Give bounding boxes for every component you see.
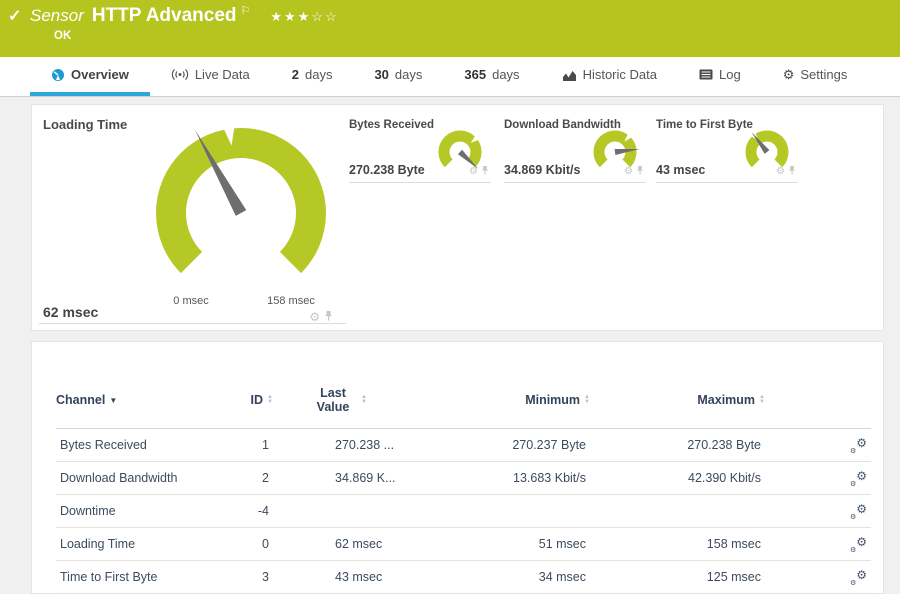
gauge-current-value: 270.238 Byte — [349, 163, 425, 177]
table-row-download-bandwidth[interactable]: Download Bandwidth 2 34.869 K... 13.683 … — [56, 462, 871, 495]
pin-icon[interactable] — [636, 162, 644, 180]
gauges-panel: Loading Time x̄ 0 msec 158 msec 62 msec … — [31, 104, 884, 331]
channel-name: Downtime — [60, 504, 116, 518]
tab-number: 365 — [464, 67, 487, 82]
divider — [39, 323, 346, 324]
tab-historic-data[interactable]: Historic Data — [541, 57, 678, 96]
gauge-title: Loading Time — [43, 117, 128, 132]
minimum-value: 13.683 Kbit/s — [513, 471, 586, 485]
tab-log[interactable]: Log — [678, 57, 762, 96]
tab-number: 30 — [374, 67, 389, 82]
channel-name: Download Bandwidth — [60, 471, 178, 485]
minimum-value: 51 msec — [538, 537, 586, 551]
tab-2-days[interactable]: 2 days — [271, 57, 354, 96]
column-header-id[interactable]: ID ▲ ▼ — [241, 393, 273, 407]
channel-settings-gears-icon[interactable]: ⚙ ⚙ — [850, 469, 867, 488]
channel-id: 2 — [262, 471, 269, 485]
table-row-downtime[interactable]: Downtime -4 ⚙ ⚙ — [56, 495, 871, 528]
pin-icon[interactable] — [481, 162, 489, 180]
tab-label: Historic Data — [582, 67, 657, 82]
log-list-icon — [699, 69, 713, 80]
table-row-time-to-first-byte[interactable]: Time to First Byte 3 43 msec 34 msec 125… — [56, 561, 871, 594]
tab-label: days — [304, 67, 333, 82]
pin-icon[interactable] — [788, 162, 796, 180]
chart-icon — [562, 69, 577, 81]
tab-live-data[interactable]: Live Data — [150, 57, 271, 96]
sensor-header: ✓ Sensor HTTP Advanced ⚐ ★★★☆☆ OK — [0, 0, 900, 57]
gauge-current-value: 62 msec — [43, 304, 99, 320]
channel-name: Loading Time — [60, 537, 136, 551]
mini-gauge-card-download-bandwidth[interactable]: Download Bandwidth 34.869 Kbit/s ⚙ — [504, 113, 646, 183]
gauge-current-value: 34.869 Kbit/s — [504, 163, 581, 177]
maximum-value: 42.390 Kbit/s — [688, 471, 761, 485]
page-title: HTTP Advanced — [91, 5, 237, 26]
channel-settings-gears-icon[interactable]: ⚙ ⚙ — [850, 436, 867, 455]
gauge-current-value: 43 msec — [656, 163, 706, 177]
column-header-last-value[interactable]: Last Value ▲ ▼ — [273, 386, 403, 414]
minimum-value: 270.237 Byte — [512, 438, 586, 452]
tab-label: Log — [718, 67, 741, 82]
sort-icon: ▲ ▼ — [361, 394, 367, 405]
object-kind-label: Sensor — [30, 6, 84, 25]
channel-settings-gears-icon[interactable]: ⚙ ⚙ — [850, 568, 867, 587]
sort-icon: ▲ ▼ — [759, 394, 765, 405]
priority-stars[interactable]: ★★★☆☆ — [270, 9, 338, 25]
mini-gauge-card-bytes-received[interactable]: Bytes Received 270.238 Byte ⚙ — [349, 113, 491, 183]
live-signal-icon — [171, 68, 189, 81]
tab-bar: Overview Live Data 2 days 30 days 365 da… — [0, 57, 900, 97]
channel-settings-gears-icon[interactable]: ⚙ ⚙ — [850, 502, 867, 521]
channel-id: 0 — [262, 537, 269, 551]
last-value: 43 msec — [335, 570, 383, 584]
minimum-value: 34 msec — [538, 570, 586, 584]
gauge-title: Bytes Received — [349, 119, 435, 131]
sort-desc-icon: ▼ — [109, 395, 118, 405]
tab-label: days — [492, 67, 520, 82]
maximum-value: 270.238 Byte — [687, 438, 761, 452]
loading-time-gauge: x̄ — [156, 113, 326, 274]
channel-id: -4 — [257, 504, 269, 518]
maximum-value: 125 msec — [706, 570, 761, 584]
tab-label: Live Data — [194, 67, 250, 82]
gear-icon: ⚙ — [782, 66, 795, 82]
tab-overview[interactable]: Overview — [30, 57, 150, 96]
gauge-min-label: 0 msec — [173, 295, 209, 307]
channel-name: Time to First Byte — [60, 570, 158, 584]
gauge-icon — [51, 68, 65, 82]
tab-label: Overview — [71, 67, 129, 82]
tab-number: 2 — [291, 67, 299, 82]
gauge-settings-gear-icon[interactable]: ⚙ — [309, 310, 320, 324]
gauge-max-label: 158 msec — [267, 295, 315, 307]
last-value: 270.238 ... — [335, 438, 395, 452]
table-row-loading-time[interactable]: Loading Time 0 62 msec 51 msec 158 msec … — [56, 528, 871, 561]
main-gauge-card-loading-time: Loading Time x̄ 0 msec 158 msec 62 msec … — [32, 105, 347, 332]
tab-30-days[interactable]: 30 days — [353, 57, 443, 96]
column-header-maximum[interactable]: Maximum ▲ ▼ — [590, 393, 765, 407]
tab-365-days[interactable]: 365 days — [443, 57, 540, 96]
mini-gauge-card-time-to-first-byte[interactable]: Time to First Byte 43 msec ⚙ — [656, 113, 798, 183]
tab-label: days — [394, 67, 423, 82]
channels-table: Channel ▼ ID ▲ ▼ Last Value ▲ ▼ Minimum ▲ ▼… — [56, 386, 871, 594]
maximum-value: 158 msec — [706, 537, 761, 551]
channels-table-panel: Channel ▼ ID ▲ ▼ Last Value ▲ ▼ Minimum ▲ ▼… — [31, 341, 884, 594]
tab-label: Settings — [800, 67, 848, 82]
gauge-settings-gear-icon[interactable]: ⚙ — [469, 166, 478, 177]
gauge-settings-gear-icon[interactable]: ⚙ — [624, 166, 633, 177]
table-header-row: Channel ▼ ID ▲ ▼ Last Value ▲ ▼ Minimum ▲ ▼… — [56, 386, 871, 428]
status-check-icon: ✓ — [8, 8, 22, 25]
channel-id: 3 — [262, 570, 269, 584]
channel-id: 1 — [262, 438, 269, 452]
table-row-bytes-received[interactable]: Bytes Received 1 270.238 ... 270.237 Byt… — [56, 429, 871, 462]
last-value: 62 msec — [335, 537, 383, 551]
channel-settings-gears-icon[interactable]: ⚙ ⚙ — [850, 535, 867, 554]
gauge-settings-gear-icon[interactable]: ⚙ — [776, 166, 785, 177]
tab-settings[interactable]: ⚙ Settings — [762, 57, 869, 96]
status-badge: OK — [54, 30, 72, 42]
channel-name: Bytes Received — [60, 438, 147, 452]
column-header-minimum[interactable]: Minimum ▲ ▼ — [403, 393, 590, 407]
flag-icon[interactable]: ⚐ — [241, 4, 251, 17]
column-header-channel[interactable]: Channel ▼ — [56, 393, 241, 407]
last-value: 34.869 K... — [335, 471, 396, 485]
